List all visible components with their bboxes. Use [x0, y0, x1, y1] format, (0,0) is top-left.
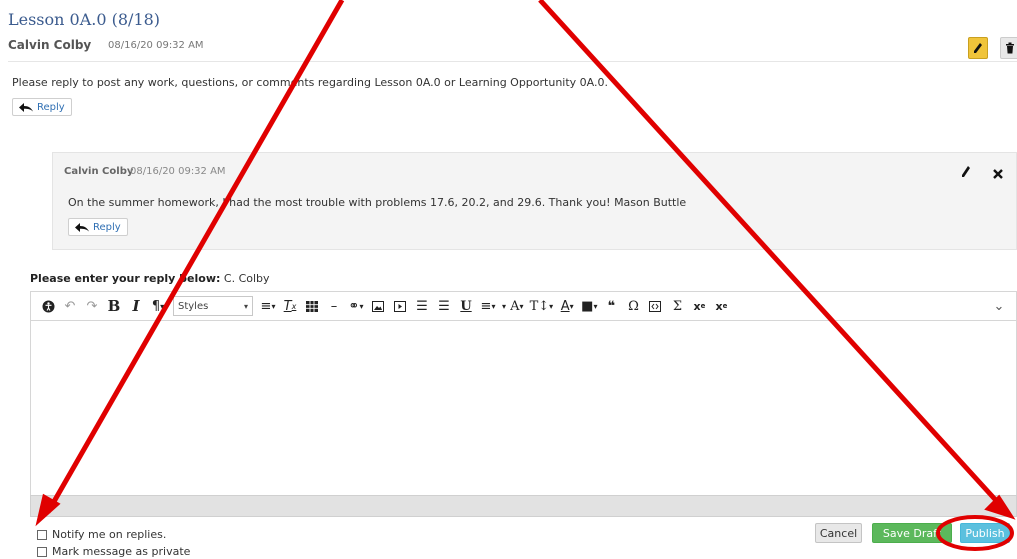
- special-char-icon[interactable]: Ω: [622, 295, 644, 317]
- private-option[interactable]: Mark message as private: [37, 545, 190, 558]
- bold-icon[interactable]: B: [103, 295, 125, 317]
- thread-date: 08/16/20 09:32 AM: [108, 40, 204, 51]
- paragraph-icon[interactable]: ¶ ▾: [147, 295, 169, 317]
- styles-dropdown[interactable]: Styles ▾: [173, 296, 253, 316]
- font-size-icon[interactable]: ▾ A ▾: [499, 295, 527, 317]
- reply-prompt-user: C. Colby: [223, 272, 270, 285]
- resize-handle-icon[interactable]: ⤢: [990, 500, 1000, 515]
- notify-checkbox[interactable]: [37, 529, 47, 540]
- align-icon[interactable]: ≡ ▾: [257, 295, 279, 317]
- editor-status-bar: [30, 495, 1017, 517]
- child-post-date: 08/16/20 09:32 AM: [130, 166, 226, 177]
- bullet-list-icon[interactable]: ☰: [411, 295, 433, 317]
- notify-label: Notify me on replies.: [52, 528, 167, 541]
- indent-icon[interactable]: ≡ ▾: [477, 295, 499, 317]
- thread-author: Calvin Colby: [8, 38, 92, 52]
- subscript-icon[interactable]: xe: [710, 295, 732, 317]
- sum-icon[interactable]: Σ: [666, 295, 688, 317]
- expand-toolbar-icon[interactable]: ⌄: [988, 295, 1010, 317]
- blockquote-icon[interactable]: ❝: [600, 295, 622, 317]
- styles-label: Styles: [178, 300, 209, 312]
- child-edit-icon[interactable]: [960, 164, 972, 183]
- table-icon[interactable]: [301, 295, 323, 317]
- child-reply-button[interactable]: Reply: [68, 218, 128, 236]
- numbered-list-icon[interactable]: ☰: [433, 295, 455, 317]
- reply-prompt-label: Please enter your reply below:: [30, 272, 221, 285]
- publish-button[interactable]: Publish: [960, 523, 1010, 543]
- accessibility-icon[interactable]: [37, 295, 59, 317]
- cancel-button[interactable]: Cancel: [815, 523, 862, 543]
- underline-icon[interactable]: U: [455, 295, 477, 317]
- notify-option[interactable]: Notify me on replies.: [37, 528, 166, 541]
- reply-label: Reply: [93, 221, 121, 233]
- save-draft-button[interactable]: Save Draft: [872, 523, 952, 543]
- undo-icon[interactable]: ↶: [59, 295, 81, 317]
- text-color-icon[interactable]: A ▾: [556, 295, 578, 317]
- horizontal-rule-icon[interactable]: –: [323, 295, 345, 317]
- editor-toolbar: ↶ ↷ B I ¶ ▾ Styles ▾ ≡ ▾ Tx – ⚭ ▾ ☰ ☰ U ≡ ▾ ▾…: [30, 291, 1017, 321]
- link-icon[interactable]: ⚭ ▾: [345, 295, 367, 317]
- reply-button[interactable]: Reply: [12, 98, 72, 116]
- chevron-down-icon: ▾: [243, 301, 248, 311]
- thread-title: Lesson 0A.0 (8/18): [8, 10, 161, 29]
- reply-arrow-icon: [19, 102, 33, 112]
- edit-post-button[interactable]: [968, 37, 988, 59]
- private-checkbox[interactable]: [37, 546, 47, 557]
- image-icon[interactable]: [367, 295, 389, 317]
- reply-arrow-icon: [75, 222, 89, 232]
- trash-icon: [1006, 42, 1014, 54]
- header-divider: [8, 61, 1017, 62]
- child-post-author: Calvin Colby: [64, 166, 134, 177]
- child-delete-icon[interactable]: [993, 164, 1003, 183]
- italic-icon[interactable]: I: [125, 295, 147, 317]
- reply-prompt: Please enter your reply below: C. Colby: [30, 272, 270, 285]
- pencil-icon: [974, 43, 982, 53]
- clear-format-icon[interactable]: Tx: [279, 295, 301, 317]
- superscript-icon[interactable]: xe: [688, 295, 710, 317]
- media-icon[interactable]: [389, 295, 411, 317]
- background-color-icon[interactable]: ■ ▾: [578, 295, 600, 317]
- redo-icon[interactable]: ↷: [81, 295, 103, 317]
- code-icon[interactable]: [644, 295, 666, 317]
- thread-body: Please reply to post any work, questions…: [12, 76, 608, 89]
- child-post-body: On the summer homework, I had the most t…: [68, 196, 687, 209]
- reply-editor[interactable]: [30, 321, 1017, 495]
- delete-post-button[interactable]: [1000, 37, 1017, 59]
- line-height-icon[interactable]: T↕ ▾: [527, 295, 557, 317]
- private-label: Mark message as private: [52, 545, 191, 558]
- reply-label: Reply: [37, 101, 65, 113]
